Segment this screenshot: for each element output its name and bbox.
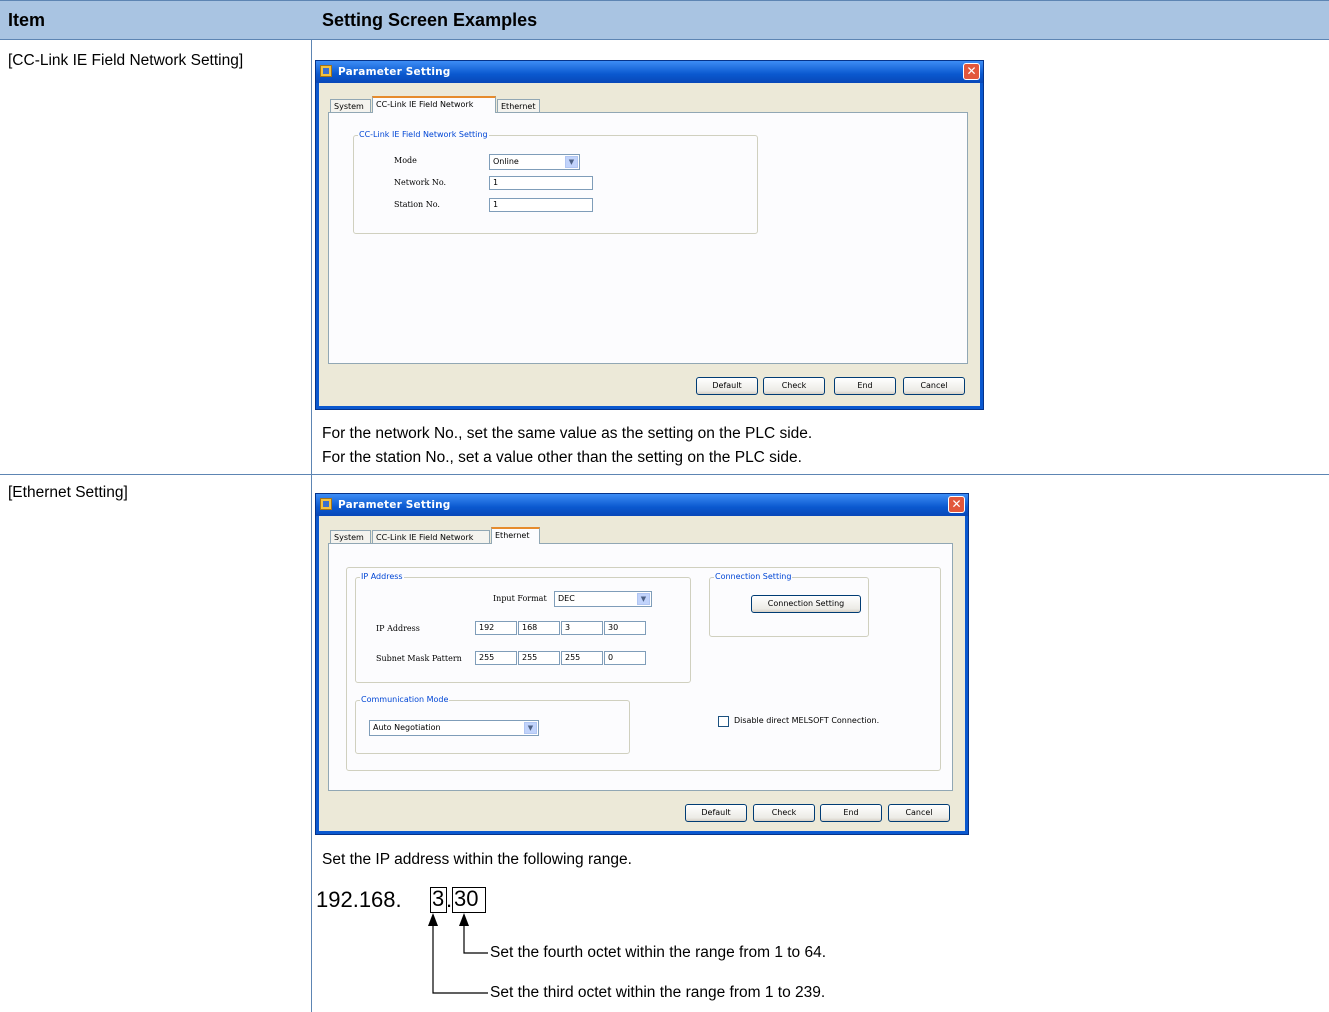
tab-ethernet[interactable]: Ethernet bbox=[491, 527, 540, 544]
annotation-fourth-octet: Set the fourth octet within the range fr… bbox=[490, 944, 827, 961]
tab-cc-link-ie-field-network[interactable]: CC-Link IE Field Network bbox=[372, 96, 496, 113]
annotation-arrows bbox=[428, 913, 488, 994]
annotation-third-octet: Set the third octet within the range fro… bbox=[490, 984, 826, 1001]
